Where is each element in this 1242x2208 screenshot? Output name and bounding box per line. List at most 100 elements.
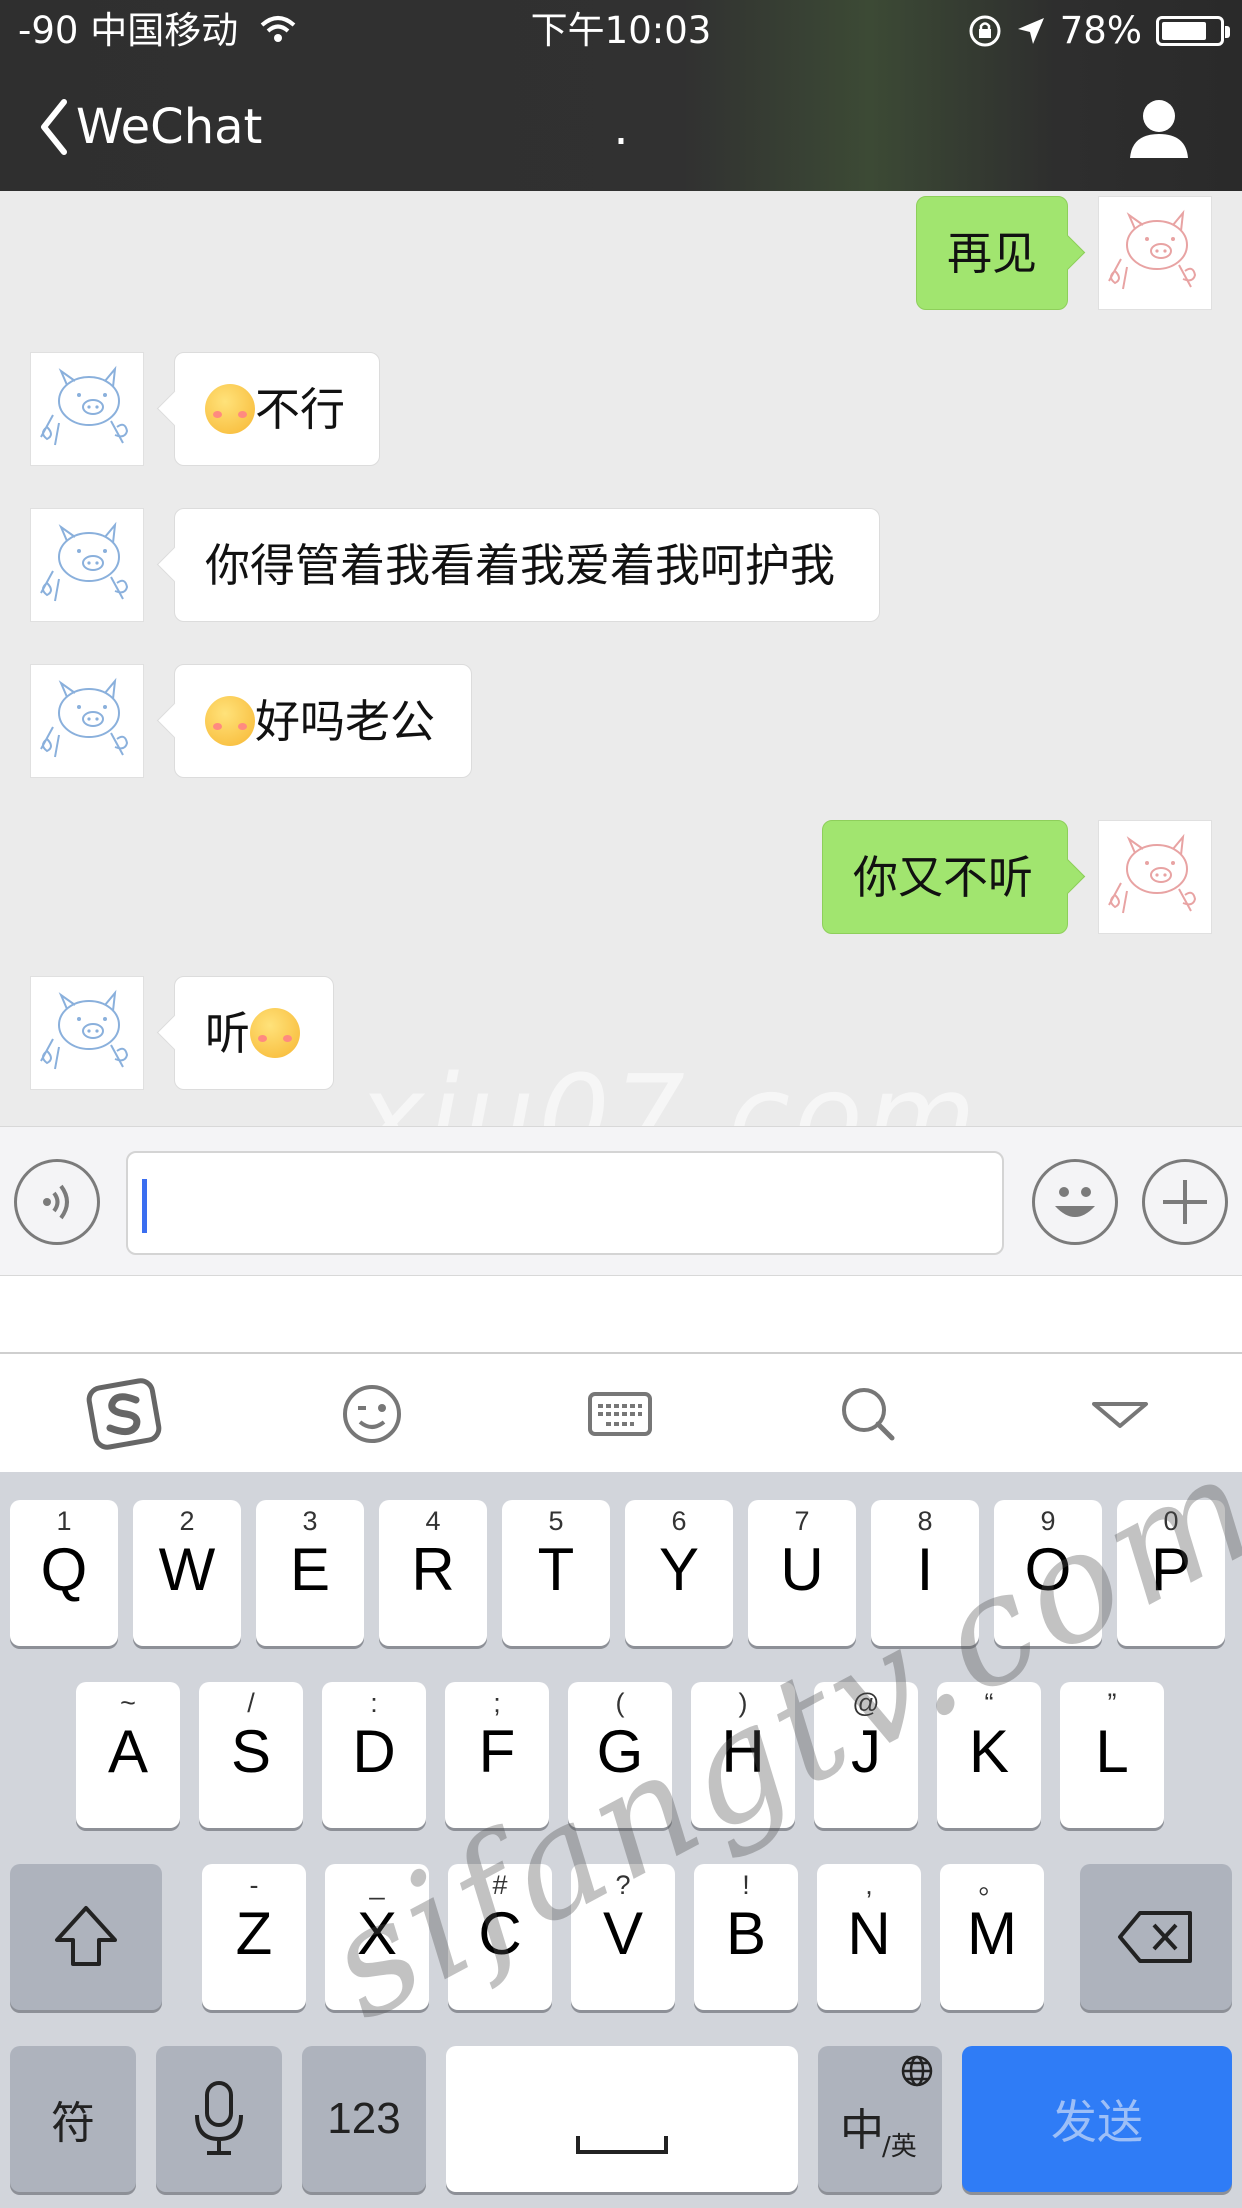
language-key[interactable]: 中 /英 bbox=[818, 2046, 942, 2192]
collapse-keyboard-icon[interactable] bbox=[1082, 1376, 1158, 1452]
top-bar: -90 中国移动 下午10:03 78% WeChat . bbox=[0, 0, 1242, 191]
message-text: 听 bbox=[205, 1007, 251, 1060]
incoming-message-bubble[interactable]: 你得管着我看着我爱着我呵护我 bbox=[174, 508, 880, 622]
pig-icon bbox=[1108, 209, 1197, 290]
key-label: E bbox=[289, 1536, 331, 1603]
rotation-lock-icon bbox=[969, 15, 1001, 47]
send-key[interactable]: 发送 bbox=[962, 2046, 1232, 2192]
contact-avatar[interactable] bbox=[30, 352, 144, 466]
key-q[interactable]: 1Q bbox=[10, 1500, 118, 1646]
keyboard-toolbar bbox=[0, 1354, 1242, 1472]
key-label: T bbox=[537, 1536, 575, 1603]
pig-icon bbox=[1108, 833, 1197, 914]
outgoing-message-bubble[interactable]: 再见 bbox=[916, 196, 1068, 310]
input-extension bbox=[0, 1276, 1242, 1354]
incoming-message-bubble[interactable]: 好吗老公 bbox=[174, 664, 472, 778]
incoming-message-bubble[interactable]: 听 bbox=[174, 976, 334, 1090]
key-label: L bbox=[1095, 1718, 1129, 1785]
message-text: 你又不听 bbox=[853, 851, 1034, 904]
my-avatar[interactable] bbox=[1098, 196, 1212, 310]
more-button[interactable] bbox=[1142, 1159, 1228, 1245]
key-m[interactable]: 。 M bbox=[940, 1864, 1044, 2010]
sogou-logo-icon[interactable] bbox=[86, 1376, 162, 1452]
pig-icon bbox=[40, 677, 129, 758]
voice-button[interactable] bbox=[14, 1159, 100, 1245]
key-n[interactable]: ,N bbox=[817, 1864, 921, 2010]
key-b[interactable]: ! B bbox=[694, 1864, 798, 2010]
key-l[interactable]: ” L bbox=[1060, 1682, 1164, 1828]
pig-icon bbox=[40, 989, 129, 1070]
key-label: M bbox=[967, 1900, 1017, 1967]
contact-avatar[interactable] bbox=[30, 664, 144, 778]
key-label: S bbox=[230, 1718, 272, 1785]
key-hint: 2 bbox=[179, 1506, 195, 1536]
key-label: W bbox=[158, 1536, 216, 1603]
key-d[interactable]: :D bbox=[322, 1682, 426, 1828]
voice-input-key[interactable] bbox=[156, 2046, 282, 2192]
smiley-icon bbox=[1055, 1187, 1095, 1217]
contact-avatar[interactable] bbox=[30, 508, 144, 622]
outgoing-message-bubble[interactable]: 你又不听 bbox=[822, 820, 1068, 934]
numbers-key[interactable]: 123 bbox=[302, 2046, 426, 2192]
numbers-key-label: 123 bbox=[327, 2094, 401, 2143]
key-t[interactable]: 5T bbox=[502, 1500, 610, 1646]
shift-key[interactable] bbox=[10, 1864, 162, 2010]
key-label: B bbox=[725, 1900, 767, 1967]
chat-title: . bbox=[613, 100, 629, 156]
pleading-emoji-icon bbox=[205, 696, 255, 746]
search-icon[interactable] bbox=[830, 1376, 906, 1452]
key-hint: 7 bbox=[794, 1506, 810, 1536]
blush-emoji-icon bbox=[205, 384, 255, 434]
send-key-label: 发送 bbox=[1051, 2096, 1143, 2148]
key-label: U bbox=[780, 1536, 824, 1603]
contact-avatar[interactable] bbox=[30, 976, 144, 1090]
profile-icon[interactable] bbox=[1126, 96, 1192, 162]
key-hint: 8 bbox=[917, 1506, 933, 1536]
pig-icon bbox=[40, 521, 129, 602]
battery-icon bbox=[1156, 16, 1230, 46]
key-hint: 4 bbox=[425, 1506, 441, 1536]
key-e[interactable]: 3E bbox=[256, 1500, 364, 1646]
key-z[interactable]: -Z bbox=[202, 1864, 306, 2010]
message-input[interactable] bbox=[126, 1151, 1004, 1255]
battery-percent: 78% bbox=[1059, 9, 1142, 52]
input-bar bbox=[0, 1126, 1242, 1276]
wink-emoji-icon[interactable] bbox=[334, 1376, 410, 1452]
backspace-icon bbox=[1118, 1911, 1192, 1963]
message-text: 你得管着我看着我爱着我呵护我 bbox=[205, 539, 836, 592]
key-hint: / bbox=[247, 1688, 255, 1718]
key-w[interactable]: 2W bbox=[133, 1500, 241, 1646]
key-hint: 1 bbox=[56, 1506, 72, 1536]
key-label: Y bbox=[658, 1536, 700, 1603]
key-s[interactable]: / S bbox=[199, 1682, 303, 1828]
key-hint: : bbox=[370, 1688, 378, 1718]
key-hint: ” bbox=[1107, 1688, 1117, 1718]
key-r[interactable]: 4R bbox=[379, 1500, 487, 1646]
space-key[interactable] bbox=[446, 2046, 798, 2192]
key-a[interactable]: ~ A bbox=[76, 1682, 180, 1828]
key-hint: 3 bbox=[302, 1506, 318, 1536]
key-hint: 。 bbox=[978, 1870, 1006, 1900]
voice-icon bbox=[43, 1184, 69, 1220]
keyboard-icon[interactable] bbox=[582, 1376, 658, 1452]
language-key-label: 中 bbox=[840, 2105, 884, 2156]
message-text: 好吗老公 bbox=[255, 695, 436, 748]
delete-key[interactable] bbox=[1080, 1864, 1232, 2010]
incoming-message-bubble[interactable]: 不行 bbox=[174, 352, 380, 466]
space-bar-icon bbox=[576, 2136, 668, 2154]
key-label: Q bbox=[40, 1536, 88, 1603]
text-caret bbox=[142, 1179, 147, 1233]
key-label: R bbox=[411, 1536, 455, 1603]
location-arrow-icon bbox=[1017, 18, 1044, 44]
key-hint: 5 bbox=[548, 1506, 564, 1536]
key-hint: ~ bbox=[120, 1688, 136, 1718]
key-label: D bbox=[352, 1718, 396, 1785]
key-y[interactable]: 6Y bbox=[625, 1500, 733, 1646]
emoji-button[interactable] bbox=[1032, 1159, 1118, 1245]
symbols-key[interactable]: 符 bbox=[10, 2046, 136, 2192]
key-hint: 6 bbox=[671, 1506, 687, 1536]
language-key-sublabel: /英 bbox=[882, 2132, 917, 2162]
my-avatar[interactable] bbox=[1098, 820, 1212, 934]
globe-icon bbox=[901, 2055, 933, 2087]
key-hint: ; bbox=[493, 1688, 501, 1718]
